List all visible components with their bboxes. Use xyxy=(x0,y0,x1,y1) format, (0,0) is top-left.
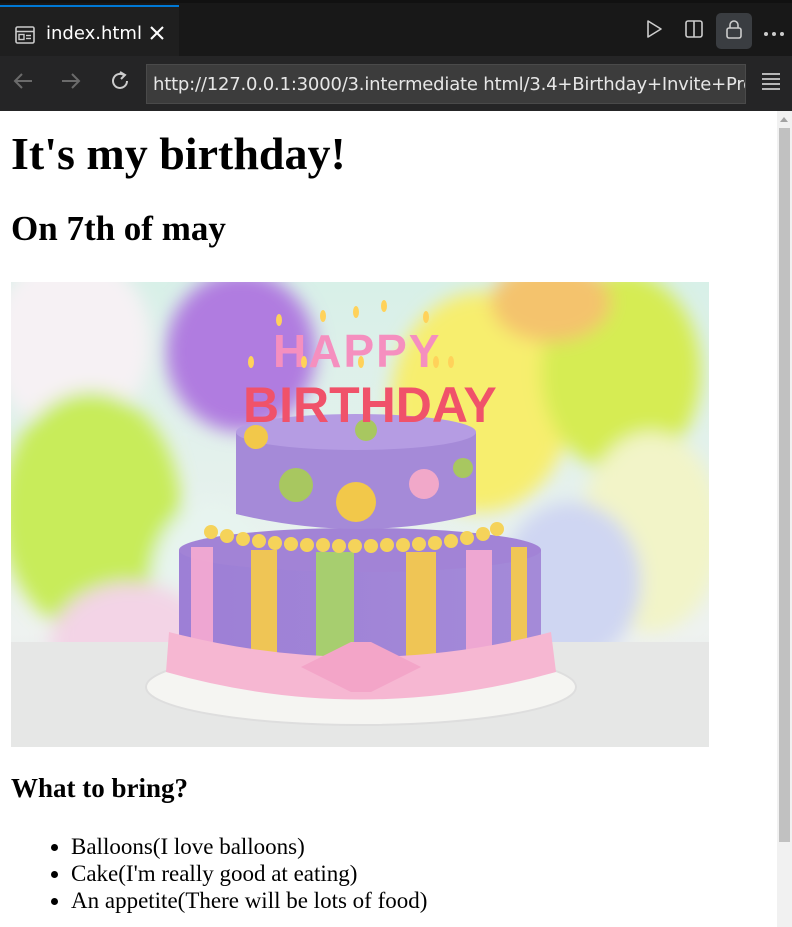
birthday-cake-image: HAPPY BIRTHDAY xyxy=(11,282,709,747)
date-heading: On 7th of may xyxy=(11,209,226,248)
bring-list: Balloons(I love balloons) Cake(I'm reall… xyxy=(11,833,427,914)
svg-text:BIRTHDAY: BIRTHDAY xyxy=(243,377,497,433)
tab-title: index.html xyxy=(46,23,142,44)
file-preview-icon xyxy=(15,26,35,44)
split-editor-button[interactable] xyxy=(676,13,712,49)
editor-tab-bar: index.html xyxy=(0,0,792,59)
url-input[interactable]: http://127.0.0.1:3000/3.intermediate htm… xyxy=(146,64,746,104)
page-viewport: It's my birthday! On 7th of may HAPPY BI… xyxy=(0,111,777,927)
menu-button[interactable] xyxy=(756,68,786,98)
what-to-bring-heading: What to bring? xyxy=(11,773,189,803)
arrow-right-icon xyxy=(60,72,82,94)
lock-button[interactable] xyxy=(716,13,752,49)
close-icon[interactable] xyxy=(148,24,166,42)
run-icon xyxy=(645,19,663,43)
lock-icon xyxy=(724,18,744,44)
reload-button[interactable] xyxy=(105,68,135,98)
more-icon xyxy=(763,22,785,41)
back-button[interactable] xyxy=(8,68,38,98)
more-actions-button[interactable] xyxy=(756,13,792,49)
list-item: Balloons(I love balloons) xyxy=(11,833,427,860)
editor-actions xyxy=(632,11,792,51)
forward-button[interactable] xyxy=(56,68,86,98)
run-button[interactable] xyxy=(636,13,672,49)
arrow-left-icon xyxy=(12,72,34,94)
browser-nav-bar: http://127.0.0.1:3000/3.intermediate htm… xyxy=(0,56,792,111)
scroll-thumb[interactable] xyxy=(779,128,790,842)
svg-text:HAPPY: HAPPY xyxy=(273,325,441,377)
reload-icon xyxy=(109,70,131,96)
scroll-up-icon[interactable] xyxy=(780,117,788,122)
vertical-scrollbar[interactable] xyxy=(777,111,792,927)
page-title: It's my birthday! xyxy=(11,128,346,179)
split-editor-icon xyxy=(684,19,704,43)
menu-icon xyxy=(761,72,781,94)
url-text: http://127.0.0.1:3000/3.intermediate htm… xyxy=(153,74,746,95)
list-item: Cake(I'm really good at eating) xyxy=(11,860,427,887)
tab-index-html[interactable]: index.html xyxy=(0,5,179,59)
list-item: An appetite(There will be lots of food) xyxy=(11,887,427,914)
